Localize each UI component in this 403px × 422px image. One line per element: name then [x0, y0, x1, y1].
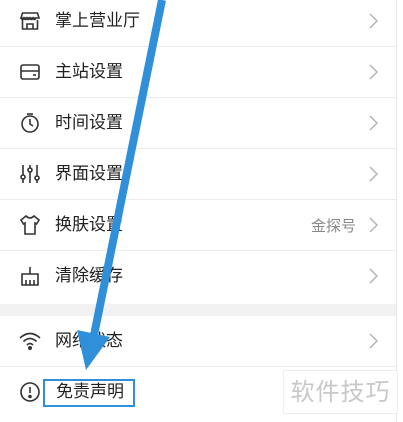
- menu-item-station-settings[interactable]: 主站设置: [0, 47, 396, 98]
- menu-item-label: 网络状态: [55, 331, 123, 351]
- shirt-icon: [18, 213, 42, 237]
- section-divider: [0, 304, 396, 316]
- menu-item-label: 掌上营业厅: [55, 11, 140, 31]
- sliders-icon: [18, 162, 42, 186]
- menu-item-label: 时间设置: [55, 113, 123, 133]
- watermark: 软件技巧: [283, 370, 398, 414]
- menu-item-skin-settings[interactable]: 换肤设置 金探号: [0, 200, 396, 251]
- clock-icon: [18, 111, 42, 135]
- chevron-right-icon: [368, 61, 380, 83]
- chevron-right-icon: [368, 214, 380, 236]
- chevron-right-icon: [368, 10, 380, 32]
- chevron-right-icon: [368, 163, 380, 185]
- broom-icon: [18, 264, 42, 288]
- menu-item-interface-settings[interactable]: 界面设置: [0, 149, 396, 200]
- menu-item-label: 清除缓存: [55, 266, 123, 286]
- menu-item-label: 主站设置: [55, 62, 123, 82]
- menu-item-time-settings[interactable]: 时间设置: [0, 98, 396, 149]
- chevron-right-icon: [368, 265, 380, 287]
- chevron-right-icon: [368, 112, 380, 134]
- card-icon: [18, 60, 42, 84]
- menu-item-network-status[interactable]: 网络状态: [0, 316, 396, 367]
- highlight-box: [43, 379, 135, 407]
- menu-item-label: 换肤设置: [55, 215, 123, 235]
- skin-value: 金探号: [310, 217, 356, 235]
- screen-edge: [396, 0, 403, 422]
- store-icon: [18, 9, 42, 33]
- alert-circle-icon: [18, 380, 42, 404]
- menu-item-clear-cache[interactable]: 清除缓存: [0, 251, 396, 302]
- menu-item-store[interactable]: 掌上营业厅: [0, 0, 396, 47]
- chevron-right-icon: [368, 330, 380, 352]
- wifi-icon: [18, 329, 42, 353]
- menu-item-label: 界面设置: [55, 164, 123, 184]
